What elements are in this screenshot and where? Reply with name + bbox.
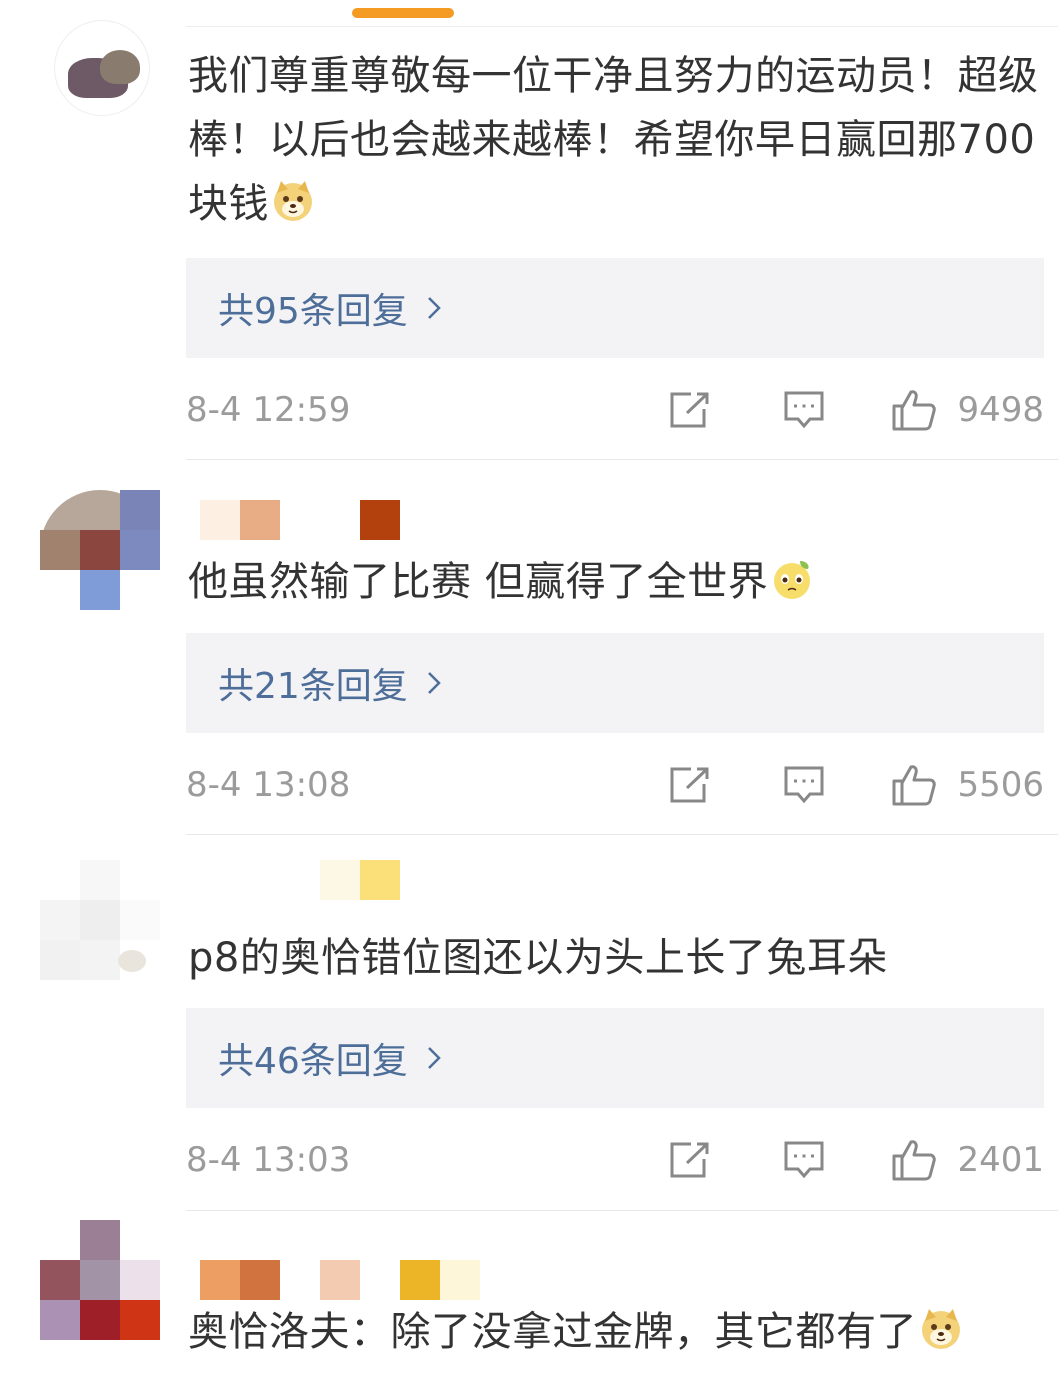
share-icon <box>670 1142 709 1178</box>
like-icon <box>892 1140 937 1181</box>
doge-emoji-icon <box>922 1309 960 1349</box>
replies-label: 共46条回复 <box>218 1041 408 1082</box>
replies-label: 共21条回复 <box>218 666 408 707</box>
comment-actions: 2401 <box>669 1135 1044 1185</box>
share-icon <box>670 392 709 428</box>
view-replies-button[interactable]: 共95条回复 <box>186 258 1044 358</box>
divider <box>186 459 1058 460</box>
view-replies-button[interactable]: 共21条回复 <box>186 633 1044 733</box>
comment-icon <box>784 1141 824 1179</box>
like-count: 2401 <box>957 1140 1044 1180</box>
comment-text: 奥恰洛夫：除了没拿过金牌，其它都有了 <box>188 1300 1044 1364</box>
comment-meta: 8-4 13:03 2401 <box>186 1135 1044 1185</box>
chevron-right-icon <box>426 295 442 321</box>
avatar[interactable] <box>40 490 160 610</box>
comment-actions: 9498 <box>669 385 1044 435</box>
comment-text: 我们尊重尊敬每一位干净且努力的运动员！超级棒！以后也会越来越棒！希望你早日赢回那… <box>188 44 1044 236</box>
comment-icon <box>784 391 824 429</box>
share-button[interactable] <box>669 1141 711 1179</box>
comment-text-content: p8的奥恰错位图还以为头上长了兔耳朵 <box>188 935 888 981</box>
like-icon <box>892 765 937 806</box>
like-count: 5506 <box>957 765 1044 805</box>
comment-text: p8的奥恰错位图还以为头上长了兔耳朵 <box>188 926 1044 990</box>
like-icon <box>892 390 937 431</box>
comment-button[interactable] <box>783 765 825 805</box>
divider <box>186 26 1058 27</box>
comment-button[interactable] <box>783 390 825 430</box>
like-button[interactable]: 9498 <box>891 388 1044 432</box>
comment-text-content: 我们尊重尊敬每一位干净且努力的运动员！超级棒！以后也会越来越棒！希望你早日赢回那… <box>188 53 1039 227</box>
share-button[interactable] <box>669 391 711 429</box>
divider <box>186 834 1058 835</box>
doge-emoji-icon <box>274 181 312 221</box>
username-mosaic <box>200 1260 500 1300</box>
share-button[interactable] <box>669 766 711 804</box>
comment-meta: 8-4 12:59 9498 <box>186 385 1044 435</box>
comment-actions: 5506 <box>669 760 1044 810</box>
comment-time: 8-4 13:03 <box>186 1140 351 1180</box>
comment-text-content: 他虽然输了比赛 但赢得了全世界 <box>188 559 769 605</box>
comment-meta: 8-4 13:08 5506 <box>186 760 1044 810</box>
username-mosaic <box>200 500 400 540</box>
pleading-face-emoji-icon <box>774 561 811 599</box>
scroll-indicator <box>352 8 454 18</box>
chevron-right-icon <box>426 1045 442 1071</box>
comment-icon <box>784 766 824 804</box>
replies-label: 共95条回复 <box>218 291 408 332</box>
avatar[interactable] <box>40 1220 160 1340</box>
avatar[interactable] <box>40 860 160 980</box>
avatar[interactable] <box>40 20 160 140</box>
share-icon <box>670 767 709 803</box>
divider <box>186 1210 1058 1211</box>
comment-text: 他虽然输了比赛 但赢得了全世界 <box>188 550 1044 614</box>
comment-time: 8-4 13:08 <box>186 765 351 805</box>
comment-text-content: 奥恰洛夫：除了没拿过金牌，其它都有了 <box>188 1309 917 1355</box>
chevron-right-icon <box>426 670 442 696</box>
comment-button[interactable] <box>783 1140 825 1180</box>
view-replies-button[interactable]: 共46条回复 <box>186 1008 1044 1108</box>
username-mosaic <box>200 860 400 900</box>
comment-time: 8-4 12:59 <box>186 390 351 430</box>
like-button[interactable]: 5506 <box>891 763 1044 807</box>
like-count: 9498 <box>957 390 1044 430</box>
like-button[interactable]: 2401 <box>891 1138 1044 1182</box>
